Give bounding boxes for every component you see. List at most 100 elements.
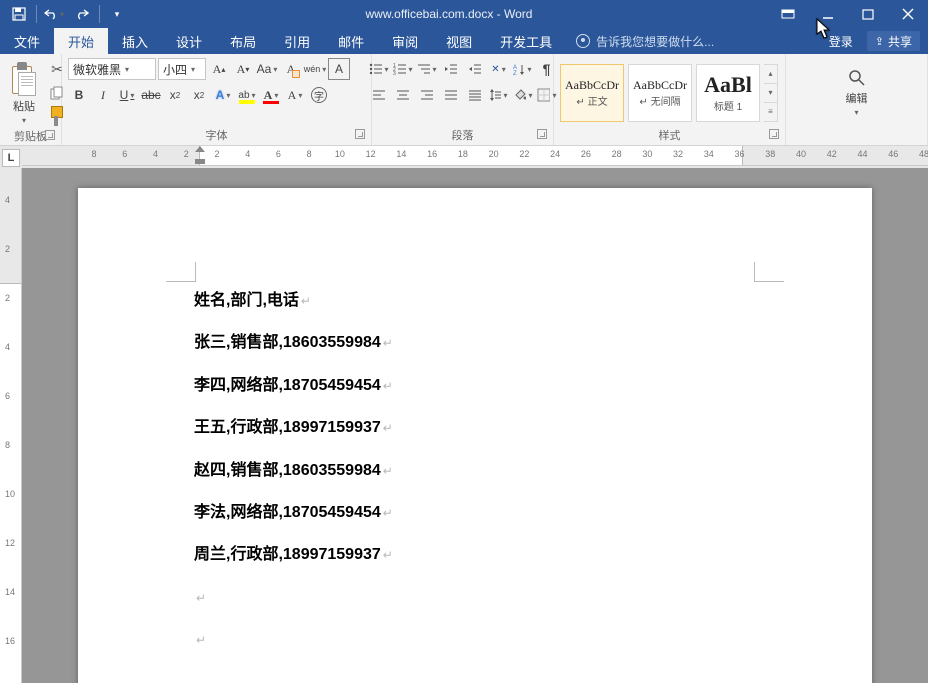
text-line: 张三,销售部,18603559984↵ bbox=[194, 332, 756, 354]
tab-file[interactable]: 文件 bbox=[0, 28, 54, 54]
text-effects-button[interactable]: A bbox=[212, 84, 234, 106]
text-line: 李法,网络部,18705459454↵ bbox=[194, 502, 756, 524]
tell-me-search[interactable]: 告诉我您想要做什么... bbox=[566, 28, 821, 54]
vertical-ruler[interactable]: 42246810121416 bbox=[0, 168, 22, 683]
font-dialog-launcher[interactable] bbox=[355, 129, 365, 139]
paint-bucket-icon bbox=[513, 88, 527, 102]
sort-button[interactable]: AZ bbox=[512, 58, 534, 80]
document-content[interactable]: 姓名,部门,电话↵ 张三,销售部,18603559984↵ 李四,网络部,187… bbox=[194, 290, 756, 672]
grow-font-button[interactable]: A▴ bbox=[208, 58, 230, 80]
italic-button[interactable]: I bbox=[92, 84, 114, 106]
tab-references[interactable]: 引用 bbox=[270, 28, 324, 54]
numbering-button[interactable]: 123 bbox=[392, 58, 414, 80]
lightbulb-icon bbox=[576, 34, 590, 48]
share-button[interactable]: ⇪ 共享 bbox=[867, 31, 920, 51]
text-line: ↵ bbox=[194, 629, 756, 651]
enclose-char-button[interactable]: 字 bbox=[308, 84, 330, 106]
style-no-spacing[interactable]: AaBbCcDr ↵ 无间隔 bbox=[628, 64, 692, 122]
undo-button[interactable] bbox=[41, 2, 67, 26]
text-line: 王五,行政部,18997159937↵ bbox=[194, 417, 756, 439]
text-line: 赵四,销售部,18603559984↵ bbox=[194, 460, 756, 482]
svg-text:Z: Z bbox=[513, 71, 517, 75]
group-clipboard: 粘贴 ▾ ✂ 剪贴板 bbox=[0, 54, 62, 145]
char-shading-button[interactable]: A bbox=[284, 84, 306, 106]
paragraph-dialog-launcher[interactable] bbox=[537, 129, 547, 139]
multilevel-icon bbox=[417, 63, 431, 75]
text-line: ↵ bbox=[194, 587, 756, 609]
format-painter-button[interactable] bbox=[46, 106, 68, 128]
align-center-button[interactable] bbox=[392, 84, 414, 106]
paste-button[interactable]: 粘贴 ▾ bbox=[6, 60, 42, 127]
indent-marker[interactable] bbox=[195, 146, 205, 164]
phonetic-guide-button[interactable]: wén bbox=[304, 58, 326, 80]
multilevel-list-button[interactable] bbox=[416, 58, 438, 80]
font-color-button[interactable]: A bbox=[260, 84, 282, 106]
increase-indent-button[interactable] bbox=[464, 58, 486, 80]
ribbon: 粘贴 ▾ ✂ 剪贴板 微软雅黑▾ 小四▾ A▴ A▾ Aa A wén A bbox=[0, 54, 928, 146]
superscript-button[interactable]: x2 bbox=[188, 84, 210, 106]
style-heading1[interactable]: AaBl 标题 1 bbox=[696, 64, 760, 122]
tab-stop-selector[interactable]: L bbox=[2, 149, 20, 167]
group-styles: AaBbCcDr ↵ 正文 AaBbCcDr ↵ 无间隔 AaBl 标题 1 ▴… bbox=[554, 54, 786, 145]
strikethrough-button[interactable]: abc bbox=[140, 84, 162, 106]
align-distributed-button[interactable] bbox=[464, 84, 486, 106]
tab-mailings[interactable]: 邮件 bbox=[324, 28, 378, 54]
paste-icon bbox=[10, 62, 38, 96]
page: 姓名,部门,电话↵ 张三,销售部,18603559984↵ 李四,网络部,187… bbox=[78, 188, 872, 683]
close-button[interactable] bbox=[888, 0, 928, 28]
borders-icon bbox=[537, 88, 551, 102]
document-area[interactable]: 姓名,部门,电话↵ 张三,销售部,18603559984↵ 李四,网络部,187… bbox=[22, 168, 928, 683]
signin-button[interactable]: 登录 bbox=[821, 33, 861, 50]
find-button[interactable]: 编辑 ▾ bbox=[842, 66, 872, 119]
align-right-button[interactable] bbox=[416, 84, 438, 106]
tab-developer[interactable]: 开发工具 bbox=[486, 28, 566, 54]
window-title: www.officebai.com.docx - Word bbox=[130, 7, 768, 21]
horizontal-ruler[interactable]: 8642246810121416182022242628303234363840… bbox=[22, 146, 928, 166]
underline-button[interactable]: U bbox=[116, 84, 138, 106]
numbering-icon: 123 bbox=[393, 63, 407, 75]
shading-button[interactable] bbox=[512, 84, 534, 106]
tab-design[interactable]: 设计 bbox=[162, 28, 216, 54]
save-button[interactable] bbox=[6, 2, 32, 26]
tab-home[interactable]: 开始 bbox=[54, 28, 108, 54]
bold-button[interactable]: B bbox=[68, 84, 90, 106]
tab-insert[interactable]: 插入 bbox=[108, 28, 162, 54]
bullets-button[interactable] bbox=[368, 58, 390, 80]
change-case-button[interactable]: Aa bbox=[256, 58, 278, 80]
window-controls bbox=[768, 0, 928, 28]
shrink-font-button[interactable]: A▾ bbox=[232, 58, 254, 80]
character-border-button[interactable]: A bbox=[328, 58, 350, 80]
highlight-button[interactable]: ab bbox=[236, 84, 258, 106]
group-font: 微软雅黑▾ 小四▾ A▴ A▾ Aa A wén A B I U abc x2 … bbox=[62, 54, 372, 145]
font-name-combo[interactable]: 微软雅黑▾ bbox=[68, 58, 156, 80]
margin-corner-tr bbox=[754, 262, 784, 282]
styles-gallery-scroll[interactable]: ▴▾≡ bbox=[764, 64, 778, 122]
decrease-indent-button[interactable] bbox=[440, 58, 462, 80]
group-paragraph: 123 ✕ AZ ¶ 段落 bbox=[372, 54, 554, 145]
clear-formatting-button[interactable]: A bbox=[280, 58, 302, 80]
line-spacing-button[interactable] bbox=[488, 84, 510, 106]
redo-button[interactable] bbox=[69, 2, 95, 26]
highlight-icon: ab bbox=[238, 90, 249, 101]
styles-dialog-launcher[interactable] bbox=[769, 129, 779, 139]
asian-layout-button[interactable]: ✕ bbox=[488, 58, 510, 80]
paragraph-mark: ↵ bbox=[196, 633, 206, 647]
tab-layout[interactable]: 布局 bbox=[216, 28, 270, 54]
clipboard-dialog-launcher[interactable] bbox=[45, 130, 55, 140]
tab-review[interactable]: 审阅 bbox=[378, 28, 432, 54]
subscript-button[interactable]: x2 bbox=[164, 84, 186, 106]
align-justify-button[interactable] bbox=[440, 84, 462, 106]
text-line: 周兰,行政部,18997159937↵ bbox=[194, 544, 756, 566]
paragraph-mark: ↵ bbox=[301, 294, 311, 308]
bullets-icon bbox=[369, 63, 383, 75]
font-size-combo[interactable]: 小四▾ bbox=[158, 58, 206, 80]
qat-customize[interactable]: ▾ bbox=[104, 2, 130, 26]
maximize-button[interactable] bbox=[848, 0, 888, 28]
minimize-button[interactable] bbox=[808, 0, 848, 28]
ribbon-display-icon[interactable] bbox=[768, 0, 808, 28]
paragraph-mark: ↵ bbox=[196, 591, 206, 605]
tab-view[interactable]: 视图 bbox=[432, 28, 486, 54]
text-line: 李四,网络部,18705459454↵ bbox=[194, 375, 756, 397]
align-left-button[interactable] bbox=[368, 84, 390, 106]
style-normal[interactable]: AaBbCcDr ↵ 正文 bbox=[560, 64, 624, 122]
